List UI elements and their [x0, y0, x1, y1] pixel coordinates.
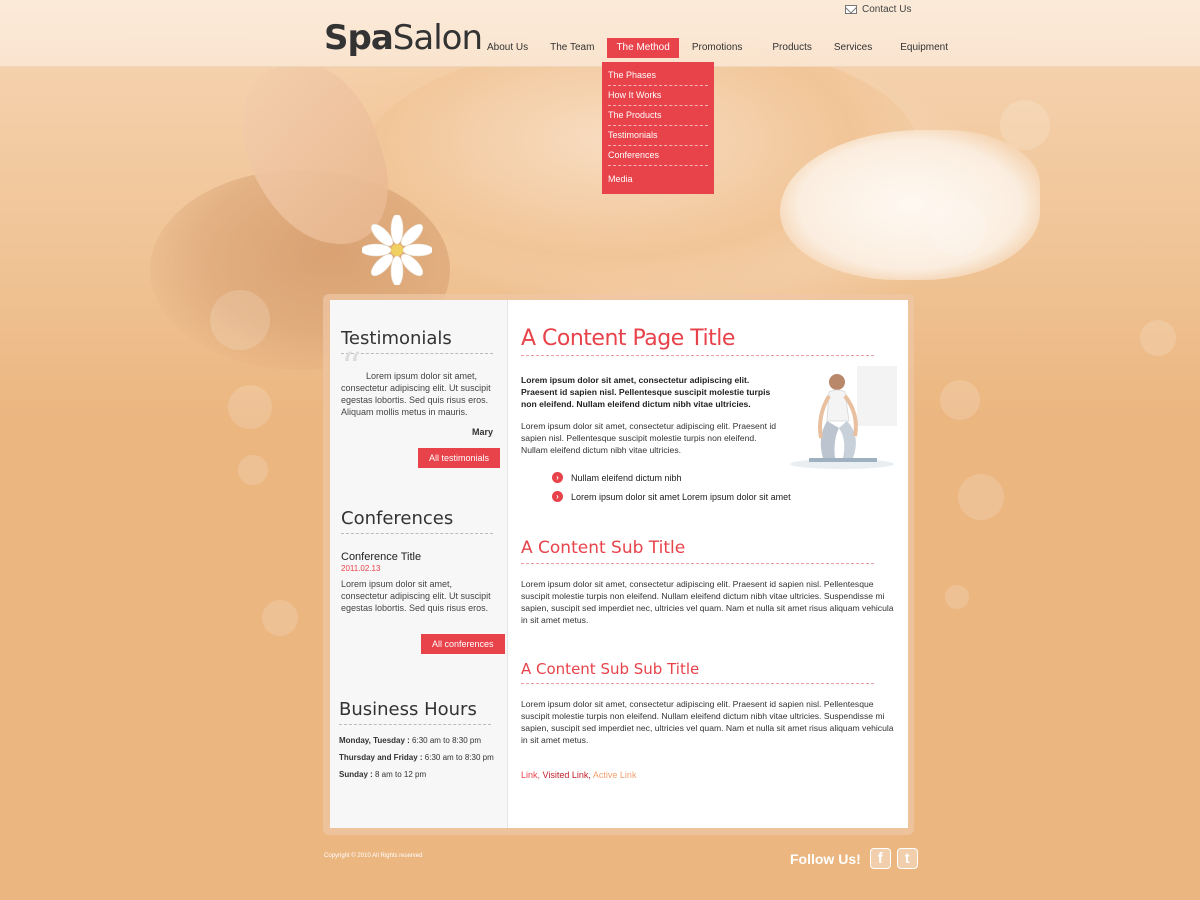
conference-item-title[interactable]: Conference Title [341, 551, 496, 563]
copyright-text: Copyright © 2010 All Rights reserved [324, 853, 423, 859]
bullet-text: Nullam eleifend dictum nibh [571, 472, 682, 483]
dropdown-item-media[interactable]: Media [608, 166, 708, 189]
sub-title: A Content Sub Title [521, 538, 874, 564]
nav-item-the-team[interactable]: The Team [541, 38, 603, 58]
mail-icon [845, 5, 857, 14]
nav-item-products[interactable]: Products [763, 38, 820, 58]
facebook-icon[interactable]: f [869, 848, 891, 869]
bubble-decoration [1140, 320, 1176, 356]
hours-days: Sunday : [339, 770, 373, 779]
hours-time: 8 am to 12 pm [372, 770, 427, 779]
nav-item-equipment[interactable]: Equipment [891, 38, 957, 58]
intro-text: Lorem ipsum dolor sit amet, consectetur … [521, 421, 777, 455]
testimonial-quote: “ Lorem ipsum dolor sit amet, consectetu… [341, 348, 493, 438]
nav-item-services[interactable]: Services [825, 38, 881, 58]
bullet-item: › Lorem ipsum dolor sit amet Lorem ipsum… [552, 491, 896, 502]
site-logo[interactable]: SpaSalon [324, 18, 483, 58]
sub-text: Lorem ipsum dolor sit amet, consectetur … [521, 579, 894, 625]
nav-item-promotions[interactable]: Promotions [683, 38, 752, 58]
hours-days: Monday, Tuesday : [339, 736, 410, 745]
business-hours-title: Business Hours [339, 699, 491, 725]
yoga-image [787, 366, 897, 471]
bubble-decoration [238, 455, 268, 485]
hours-days: Thursday and Friday : [339, 753, 423, 762]
bullet-text: Lorem ipsum dolor sit amet Lorem ipsum d… [571, 491, 791, 502]
twitter-icon[interactable]: t [896, 848, 918, 869]
logo-salon: Salon [392, 18, 483, 58]
main-nav: About Us The Team The Method Promotions … [478, 38, 961, 58]
all-testimonials-button[interactable]: All testimonials [418, 448, 501, 468]
nav-item-about-us[interactable]: About Us [478, 38, 537, 58]
dropdown-item-how-it-works[interactable]: How It Works [608, 86, 708, 106]
contact-link[interactable]: Contact Us [845, 4, 911, 15]
dropdown-item-testimonials[interactable]: Testimonials [608, 126, 708, 146]
arrow-bullet-icon: › [552, 472, 563, 483]
conferences-section: Conferences Conference Title 2011.02.13 … [341, 508, 496, 614]
conferences-title: Conferences [341, 508, 493, 534]
bubble-decoration [210, 290, 270, 350]
testimonial-text: Lorem ipsum dolor sit amet, consectetur … [341, 371, 491, 417]
hours-time: 6:30 am to 8:30 pm [422, 753, 494, 762]
bubble-decoration [958, 474, 1004, 520]
sidebar: Testimonials “ Lorem ipsum dolor sit ame… [330, 300, 508, 828]
all-conferences-button[interactable]: All conferences [421, 634, 505, 654]
bubble-decoration [940, 380, 980, 420]
logo-spa: Spa [324, 18, 394, 58]
method-dropdown: The Phases How It Works The Products Tes… [602, 62, 714, 194]
contact-label: Contact Us [862, 4, 912, 15]
hours-line: Thursday and Friday : 6:30 am to 8:30 pm [339, 753, 494, 762]
testimonial-author: Mary [471, 427, 493, 437]
content-panel: Testimonials “ Lorem ipsum dolor sit ame… [330, 300, 908, 828]
testimonials-title: Testimonials [341, 328, 493, 354]
bubble-decoration [262, 600, 298, 636]
hours-line: Monday, Tuesday : 6:30 am to 8:30 pm [339, 736, 494, 745]
bubble-decoration [945, 585, 969, 609]
nav-item-the-method[interactable]: The Method [607, 38, 679, 58]
link-samples: Link, Visited Link, Active Link [521, 770, 896, 780]
main-content: A Content Page Title Lorem ipsum dolor s… [508, 300, 908, 828]
conference-item-text: Lorem ipsum dolor sit amet, consectetur … [341, 579, 491, 613]
bubble-decoration [930, 200, 986, 256]
dropdown-item-the-products[interactable]: The Products [608, 106, 708, 126]
dropdown-item-conferences[interactable]: Conferences [608, 146, 708, 166]
follow-us-label: Follow Us! [790, 850, 861, 867]
intro-bold-text: Lorem ipsum dolor sit amet, consectetur … [521, 375, 771, 409]
bubble-decoration [228, 385, 272, 429]
sub-sub-title: A Content Sub Sub Title [521, 660, 874, 684]
bullet-list: › Nullam eleifend dictum nibh › Lorem ip… [521, 472, 896, 502]
sample-visited-link[interactable]: Visited Link [543, 770, 589, 780]
page-title: A Content Page Title [521, 326, 874, 356]
sample-link[interactable]: Link [521, 770, 538, 780]
conference-item-date: 2011.02.13 [341, 564, 381, 573]
arrow-bullet-icon: › [552, 491, 563, 502]
bubble-decoration [1000, 100, 1050, 150]
sub-sub-text: Lorem ipsum dolor sit amet, consectetur … [521, 699, 894, 745]
business-hours-section: Business Hours Monday, Tuesday : 6:30 am… [339, 699, 494, 779]
flower-image [362, 215, 432, 285]
follow-us: Follow Us! f t [790, 848, 918, 869]
bullet-item: › Nullam eleifend dictum nibh [552, 472, 896, 483]
dropdown-item-the-phases[interactable]: The Phases [608, 66, 708, 86]
hours-time: 6:30 am to 8:30 pm [409, 736, 481, 745]
hours-line: Sunday : 8 am to 12 pm [339, 770, 494, 779]
sample-active-link[interactable]: Active Link [593, 770, 637, 780]
